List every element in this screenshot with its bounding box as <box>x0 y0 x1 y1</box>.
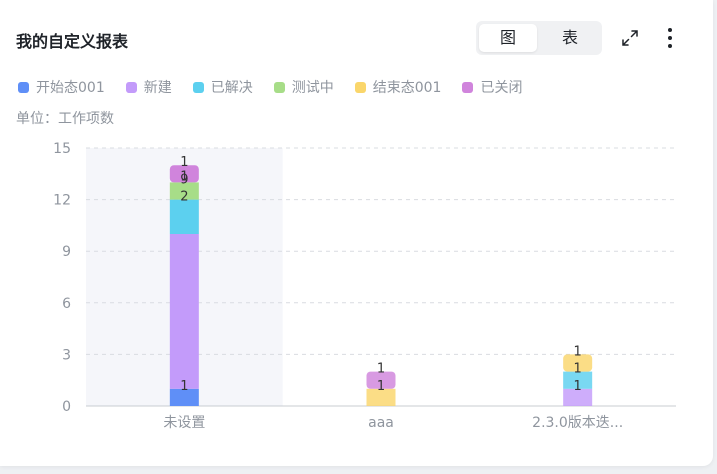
chart-legend: 开始态001 新建 已解决 测试中 结束态001 已关闭 <box>18 78 543 96</box>
x-tick-label: 2.3.0版本迭... <box>532 415 623 430</box>
data-label: 2 <box>180 190 188 205</box>
legend-label: 测试中 <box>291 80 334 96</box>
y-tick-label: 12 <box>53 193 71 209</box>
legend-item[interactable]: 已关闭 <box>462 77 522 97</box>
x-tick-label: aaa <box>368 415 394 430</box>
y-tick-label: 6 <box>62 296 71 312</box>
y-tick-label: 9 <box>62 244 71 260</box>
y-tick-label: 3 <box>62 347 71 363</box>
legend-label: 已解决 <box>210 80 253 96</box>
data-label: 1 <box>574 362 582 377</box>
legend-swatch <box>354 81 366 93</box>
legend-item[interactable]: 开始态001 <box>18 77 105 97</box>
data-label: 1 <box>574 344 582 359</box>
expand-icon[interactable] <box>620 28 640 48</box>
report-title: 我的自定义报表 <box>16 32 129 51</box>
bar-segment <box>169 199 199 234</box>
data-label: 1 <box>180 379 188 394</box>
legend-swatch <box>125 81 137 93</box>
legend-item[interactable]: 新建 <box>125 77 172 97</box>
legend-label: 新建 <box>143 80 172 96</box>
y-tick-label: 15 <box>53 141 71 157</box>
legend-swatch <box>462 81 474 93</box>
legend-swatch <box>273 81 285 93</box>
legend-item[interactable]: 测试中 <box>273 77 334 97</box>
data-label: 1 <box>377 362 385 377</box>
legend-item[interactable]: 已解决 <box>192 77 253 97</box>
legend-swatch <box>18 81 29 93</box>
bar-segment <box>169 234 199 389</box>
view-toggle: 图 表 <box>476 21 602 55</box>
legend-label: 已关闭 <box>480 80 523 96</box>
x-tick-label: 未设置 <box>163 415 205 430</box>
y-tick-label: 0 <box>62 399 71 415</box>
legend-swatch <box>192 81 204 93</box>
legend-label: 结束态001 <box>372 80 442 96</box>
table-view-button[interactable]: 表 <box>541 24 599 52</box>
chart-view-button[interactable]: 图 <box>479 24 537 52</box>
data-label: 1 <box>574 379 582 394</box>
more-options-icon[interactable] <box>662 27 678 49</box>
legend-label: 开始态001 <box>36 80 105 96</box>
report-card: 我的自定义报表 图 表 开始态001 新建 已解决 测试中 结束态001 已关闭 单位：工… <box>0 0 713 466</box>
stacked-bar-chart: 0369121512911未设置11aaa1112.3.0版本迭... <box>53 141 676 430</box>
data-label: 1 <box>377 379 385 394</box>
legend-item[interactable]: 结束态001 <box>354 77 442 97</box>
data-label: 1 <box>180 155 188 170</box>
data-label: 1 <box>180 169 188 184</box>
unit-label: 单位：工作项数 <box>16 111 114 127</box>
